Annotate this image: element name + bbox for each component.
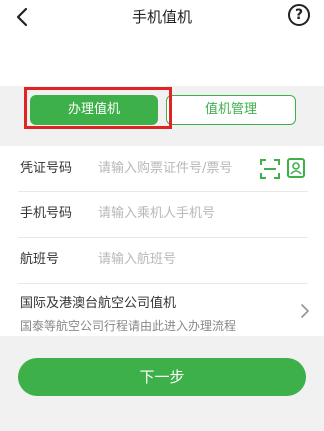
highlight-box bbox=[24, 87, 172, 129]
top-bar: 手机值机 ? bbox=[0, 0, 324, 34]
phone-label: 手机号码 bbox=[20, 206, 73, 221]
phone-row: 手机号码 请输入乘机人手机号 bbox=[0, 192, 324, 236]
flight-label: 航班号 bbox=[20, 252, 60, 267]
flight-input[interactable]: 请输入航班号 bbox=[98, 238, 176, 282]
flight-row: 航班号 请输入航班号 bbox=[0, 238, 324, 282]
phone-input[interactable]: 请输入乘机人手机号 bbox=[98, 192, 215, 236]
credential-input[interactable]: 请输入购票证件号/票号 bbox=[98, 147, 232, 191]
page-title: 手机值机 bbox=[131, 8, 192, 26]
scan-icon[interactable] bbox=[260, 159, 280, 179]
help-icon[interactable]: ? bbox=[288, 4, 310, 26]
intl-subtitle: 国泰等航空公司行程请由此进入办理流程 bbox=[20, 319, 237, 333]
intl-title: 国际及港澳台航空公司值机 bbox=[20, 296, 177, 311]
id-card-icon[interactable] bbox=[287, 158, 305, 178]
chevron-right-icon bbox=[301, 304, 309, 318]
tab-check-in-manage[interactable]: 值机管理 bbox=[166, 95, 296, 125]
credential-label: 凭证号码 bbox=[20, 161, 73, 176]
divider bbox=[18, 283, 308, 284]
next-button[interactable]: 下一步 bbox=[18, 358, 306, 396]
